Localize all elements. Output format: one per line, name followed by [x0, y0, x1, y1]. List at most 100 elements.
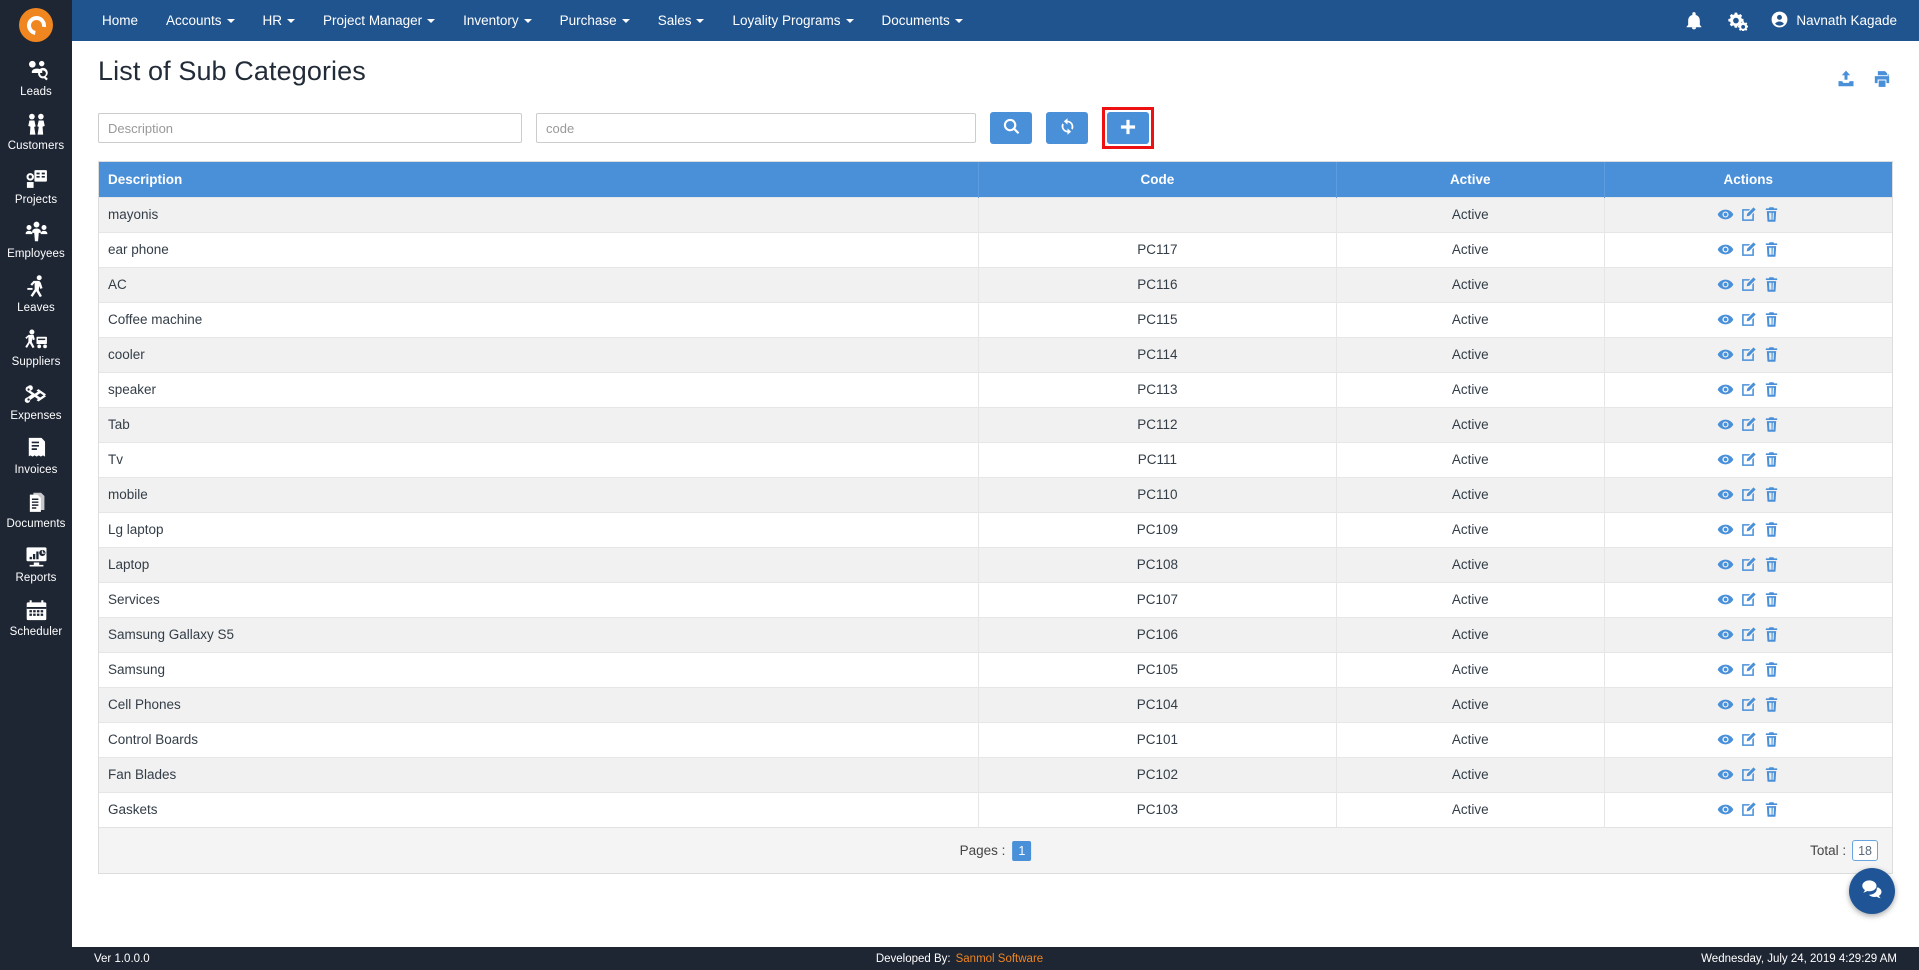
chevron-down-icon — [226, 18, 235, 23]
trash-icon[interactable] — [1760, 276, 1783, 292]
cell-code: PC103 — [978, 791, 1337, 827]
printer-icon[interactable] — [1871, 69, 1893, 94]
trash-icon[interactable] — [1760, 696, 1783, 712]
eye-icon[interactable] — [1714, 451, 1737, 466]
eye-icon[interactable] — [1714, 661, 1737, 676]
edit-pencil-icon[interactable] — [1737, 801, 1760, 817]
trash-icon[interactable] — [1760, 521, 1783, 537]
sidebar-item-suppliers[interactable]: Suppliers — [0, 320, 72, 374]
edit-pencil-icon[interactable] — [1737, 696, 1760, 711]
nav-item-purchase[interactable]: Purchase — [546, 0, 644, 41]
edit-pencil-icon[interactable] — [1737, 591, 1760, 606]
eye-icon[interactable] — [1714, 311, 1737, 326]
nav-item-label: Inventory — [463, 13, 519, 28]
leads-icon — [24, 57, 49, 83]
eye-icon[interactable] — [1714, 766, 1737, 781]
gears-icon[interactable] — [1726, 11, 1749, 31]
trash-icon[interactable] — [1760, 241, 1783, 257]
eye-icon[interactable] — [1714, 486, 1737, 501]
nav-item-documents[interactable]: Documents — [868, 0, 977, 41]
edit-pencil-icon[interactable] — [1737, 311, 1760, 326]
eye-icon[interactable] — [1714, 416, 1737, 431]
cell-actions — [1604, 406, 1892, 442]
sidebar-item-expenses[interactable]: Expenses — [0, 374, 72, 428]
sidebar-item-leads[interactable]: Leads — [0, 50, 72, 104]
sidebar-item-invoices[interactable]: Invoices — [0, 428, 72, 482]
trash-icon[interactable] — [1760, 381, 1783, 397]
edit-pencil-icon[interactable] — [1737, 206, 1760, 221]
sidebar-item-employees[interactable]: Employees — [0, 212, 72, 266]
trash-icon[interactable] — [1760, 346, 1783, 362]
code-input[interactable] — [536, 113, 976, 143]
sidebar-item-customers[interactable]: Customers — [0, 104, 72, 158]
trash-icon[interactable] — [1760, 556, 1783, 572]
eye-icon[interactable] — [1714, 381, 1737, 396]
edit-pencil-icon[interactable] — [1737, 276, 1760, 291]
nav-item-loyality-programs[interactable]: Loyality Programs — [718, 0, 867, 41]
description-input[interactable] — [98, 113, 522, 143]
sidebar-item-reports[interactable]: Reports — [0, 536, 72, 590]
eye-icon[interactable] — [1714, 346, 1737, 361]
eye-icon[interactable] — [1714, 801, 1737, 816]
nav-item-hr[interactable]: HR — [249, 0, 310, 41]
page-number-1[interactable]: 1 — [1012, 840, 1032, 861]
edit-pencil-icon[interactable] — [1737, 381, 1760, 396]
edit-pencil-icon[interactable] — [1737, 626, 1760, 641]
sidebar-item-scheduler[interactable]: Scheduler — [0, 590, 72, 644]
nav-item-inventory[interactable]: Inventory — [449, 0, 546, 41]
eye-icon[interactable] — [1714, 206, 1737, 221]
eye-icon[interactable] — [1714, 626, 1737, 641]
invoices-icon — [24, 435, 49, 461]
sidebar-item-projects[interactable]: Projects — [0, 158, 72, 212]
edit-pencil-icon[interactable] — [1737, 451, 1760, 466]
trash-icon[interactable] — [1760, 206, 1783, 222]
add-button[interactable] — [1107, 112, 1149, 144]
trash-icon[interactable] — [1760, 731, 1783, 747]
edit-pencil-icon[interactable] — [1737, 556, 1760, 571]
trash-icon[interactable] — [1760, 311, 1783, 327]
sidebar-item-leaves[interactable]: Leaves — [0, 266, 72, 320]
trash-icon[interactable] — [1760, 416, 1783, 432]
trash-icon[interactable] — [1760, 801, 1783, 818]
eye-icon[interactable] — [1714, 241, 1737, 256]
eye-icon[interactable] — [1714, 556, 1737, 571]
upload-export-icon[interactable] — [1835, 69, 1857, 94]
cell-active: Active — [1336, 301, 1605, 337]
trash-icon[interactable] — [1760, 591, 1783, 607]
trash-icon[interactable] — [1760, 661, 1783, 677]
edit-pencil-icon[interactable] — [1737, 731, 1760, 746]
column-header-code[interactable]: Code — [978, 162, 1337, 197]
e-logo-icon — [19, 8, 53, 42]
cell-actions — [1604, 651, 1892, 687]
edit-pencil-icon[interactable] — [1737, 416, 1760, 431]
edit-pencil-icon[interactable] — [1737, 521, 1760, 536]
brand-logo[interactable] — [0, 0, 72, 50]
refresh-button[interactable] — [1046, 112, 1088, 144]
column-header-description[interactable]: Description — [99, 162, 979, 197]
eye-icon[interactable] — [1714, 521, 1737, 536]
edit-pencil-icon[interactable] — [1737, 241, 1760, 256]
trash-icon[interactable] — [1760, 451, 1783, 467]
user-menu[interactable]: Navnath Kagade — [1770, 10, 1897, 32]
nav-item-project-manager[interactable]: Project Manager — [309, 0, 449, 41]
edit-pencil-icon[interactable] — [1737, 346, 1760, 361]
sidebar-item-documents[interactable]: Documents — [0, 482, 72, 536]
chat-button[interactable] — [1849, 868, 1895, 914]
eye-icon[interactable] — [1714, 591, 1737, 606]
trash-icon[interactable] — [1760, 766, 1783, 782]
bell-icon[interactable] — [1684, 11, 1704, 31]
trash-icon[interactable] — [1760, 486, 1783, 502]
developer-link[interactable]: Sanmol Software — [956, 953, 1044, 965]
nav-item-sales[interactable]: Sales — [644, 0, 719, 41]
edit-pencil-icon[interactable] — [1737, 661, 1760, 676]
nav-item-home[interactable]: Home — [88, 0, 152, 41]
edit-pencil-icon[interactable] — [1737, 766, 1760, 781]
search-button[interactable] — [990, 112, 1032, 144]
edit-pencil-icon[interactable] — [1737, 486, 1760, 501]
eye-icon[interactable] — [1714, 276, 1737, 291]
eye-icon[interactable] — [1714, 731, 1737, 746]
trash-icon[interactable] — [1760, 626, 1783, 642]
column-header-active[interactable]: Active — [1336, 162, 1605, 197]
nav-item-accounts[interactable]: Accounts — [152, 0, 249, 41]
eye-icon[interactable] — [1714, 696, 1737, 711]
